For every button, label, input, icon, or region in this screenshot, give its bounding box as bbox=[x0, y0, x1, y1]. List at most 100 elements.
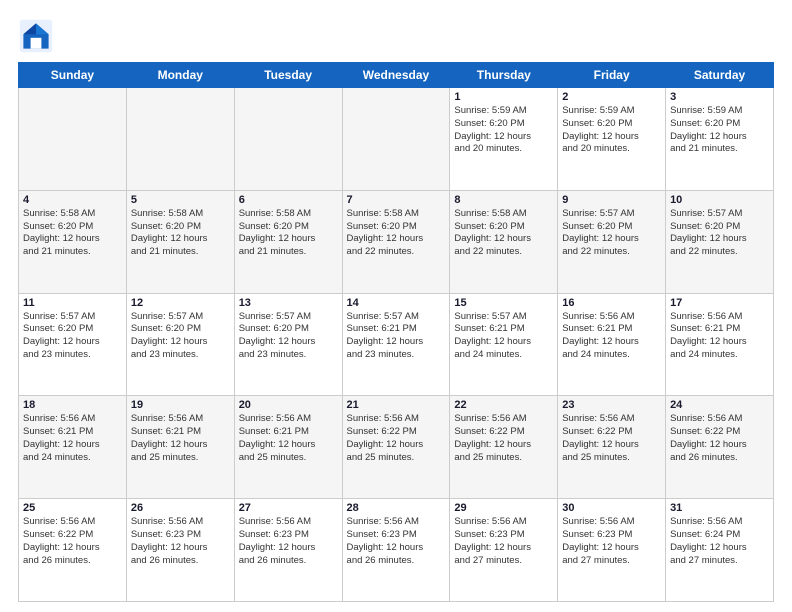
day-info: Sunrise: 5:56 AM Sunset: 6:22 PM Dayligh… bbox=[670, 413, 769, 464]
day-info: Sunrise: 5:56 AM Sunset: 6:23 PM Dayligh… bbox=[562, 516, 661, 567]
calendar-cell bbox=[234, 88, 342, 191]
calendar-cell: 1 Sunrise: 5:59 AM Sunset: 6:20 PM Daylig… bbox=[450, 88, 558, 191]
calendar-cell: 15 Sunrise: 5:57 AM Sunset: 6:21 PM Dayli… bbox=[450, 293, 558, 396]
calendar-cell: 2 Sunrise: 5:59 AM Sunset: 6:20 PM Daylig… bbox=[558, 88, 666, 191]
day-info: Sunrise: 5:56 AM Sunset: 6:21 PM Dayligh… bbox=[239, 413, 338, 464]
day-info: Sunrise: 5:56 AM Sunset: 6:24 PM Dayligh… bbox=[670, 516, 769, 567]
day-number: 7 bbox=[347, 194, 446, 206]
calendar-cell: 12 Sunrise: 5:57 AM Sunset: 6:20 PM Dayli… bbox=[126, 293, 234, 396]
day-info: Sunrise: 5:56 AM Sunset: 6:21 PM Dayligh… bbox=[23, 413, 122, 464]
day-header-friday: Friday bbox=[558, 63, 666, 88]
day-number: 25 bbox=[23, 502, 122, 514]
calendar-cell: 9 Sunrise: 5:57 AM Sunset: 6:20 PM Daylig… bbox=[558, 190, 666, 293]
day-number: 5 bbox=[131, 194, 230, 206]
day-header-monday: Monday bbox=[126, 63, 234, 88]
day-number: 30 bbox=[562, 502, 661, 514]
day-number: 14 bbox=[347, 297, 446, 309]
calendar-cell: 22 Sunrise: 5:56 AM Sunset: 6:22 PM Dayli… bbox=[450, 396, 558, 499]
day-info: Sunrise: 5:56 AM Sunset: 6:21 PM Dayligh… bbox=[131, 413, 230, 464]
day-number: 6 bbox=[239, 194, 338, 206]
day-number: 18 bbox=[23, 399, 122, 411]
day-info: Sunrise: 5:57 AM Sunset: 6:20 PM Dayligh… bbox=[23, 311, 122, 362]
day-info: Sunrise: 5:56 AM Sunset: 6:21 PM Dayligh… bbox=[562, 311, 661, 362]
day-info: Sunrise: 5:57 AM Sunset: 6:20 PM Dayligh… bbox=[670, 208, 769, 259]
calendar-cell: 8 Sunrise: 5:58 AM Sunset: 6:20 PM Daylig… bbox=[450, 190, 558, 293]
day-number: 28 bbox=[347, 502, 446, 514]
day-info: Sunrise: 5:59 AM Sunset: 6:20 PM Dayligh… bbox=[454, 105, 553, 156]
calendar-cell: 21 Sunrise: 5:56 AM Sunset: 6:22 PM Dayli… bbox=[342, 396, 450, 499]
calendar-cell: 7 Sunrise: 5:58 AM Sunset: 6:20 PM Daylig… bbox=[342, 190, 450, 293]
day-info: Sunrise: 5:57 AM Sunset: 6:20 PM Dayligh… bbox=[131, 311, 230, 362]
calendar-cell bbox=[342, 88, 450, 191]
day-header-wednesday: Wednesday bbox=[342, 63, 450, 88]
calendar-cell: 24 Sunrise: 5:56 AM Sunset: 6:22 PM Dayli… bbox=[666, 396, 774, 499]
day-number: 21 bbox=[347, 399, 446, 411]
day-info: Sunrise: 5:57 AM Sunset: 6:20 PM Dayligh… bbox=[562, 208, 661, 259]
calendar-cell: 18 Sunrise: 5:56 AM Sunset: 6:21 PM Dayli… bbox=[19, 396, 127, 499]
day-number: 27 bbox=[239, 502, 338, 514]
day-number: 31 bbox=[670, 502, 769, 514]
calendar-cell: 3 Sunrise: 5:59 AM Sunset: 6:20 PM Daylig… bbox=[666, 88, 774, 191]
day-number: 22 bbox=[454, 399, 553, 411]
calendar-cell: 11 Sunrise: 5:57 AM Sunset: 6:20 PM Dayli… bbox=[19, 293, 127, 396]
logo bbox=[18, 18, 58, 54]
day-info: Sunrise: 5:56 AM Sunset: 6:23 PM Dayligh… bbox=[454, 516, 553, 567]
day-info: Sunrise: 5:58 AM Sunset: 6:20 PM Dayligh… bbox=[131, 208, 230, 259]
day-info: Sunrise: 5:57 AM Sunset: 6:20 PM Dayligh… bbox=[239, 311, 338, 362]
day-number: 12 bbox=[131, 297, 230, 309]
day-number: 16 bbox=[562, 297, 661, 309]
days-header-row: SundayMondayTuesdayWednesdayThursdayFrid… bbox=[19, 63, 774, 88]
day-header-thursday: Thursday bbox=[450, 63, 558, 88]
day-number: 23 bbox=[562, 399, 661, 411]
day-number: 13 bbox=[239, 297, 338, 309]
calendar-cell bbox=[19, 88, 127, 191]
calendar-cell: 16 Sunrise: 5:56 AM Sunset: 6:21 PM Dayli… bbox=[558, 293, 666, 396]
calendar-cell: 4Sunrise: 5:58 AM Sunset: 6:20 PM Daylig… bbox=[19, 190, 127, 293]
day-info: Sunrise: 5:56 AM Sunset: 6:23 PM Dayligh… bbox=[239, 516, 338, 567]
calendar-cell: 25Sunrise: 5:56 AM Sunset: 6:22 PM Dayli… bbox=[19, 499, 127, 602]
day-number: 24 bbox=[670, 399, 769, 411]
calendar-cell: 23 Sunrise: 5:56 AM Sunset: 6:22 PM Dayli… bbox=[558, 396, 666, 499]
day-info: Sunrise: 5:56 AM Sunset: 6:22 PM Dayligh… bbox=[454, 413, 553, 464]
day-number: 1 bbox=[454, 91, 553, 103]
day-info: Sunrise: 5:57 AM Sunset: 6:21 PM Dayligh… bbox=[454, 311, 553, 362]
calendar-cell: 5 Sunrise: 5:58 AM Sunset: 6:20 PM Daylig… bbox=[126, 190, 234, 293]
day-info: Sunrise: 5:58 AM Sunset: 6:20 PM Dayligh… bbox=[454, 208, 553, 259]
day-number: 20 bbox=[239, 399, 338, 411]
header bbox=[18, 18, 774, 54]
day-header-saturday: Saturday bbox=[666, 63, 774, 88]
day-number: 15 bbox=[454, 297, 553, 309]
day-number: 4 bbox=[23, 194, 122, 206]
calendar-cell: 30 Sunrise: 5:56 AM Sunset: 6:23 PM Dayli… bbox=[558, 499, 666, 602]
day-number: 11 bbox=[23, 297, 122, 309]
day-info: Sunrise: 5:56 AM Sunset: 6:22 PM Dayligh… bbox=[562, 413, 661, 464]
day-info: Sunrise: 5:56 AM Sunset: 6:23 PM Dayligh… bbox=[347, 516, 446, 567]
calendar-cell bbox=[126, 88, 234, 191]
page: SundayMondayTuesdayWednesdayThursdayFrid… bbox=[0, 0, 792, 612]
calendar-cell: 20 Sunrise: 5:56 AM Sunset: 6:21 PM Dayli… bbox=[234, 396, 342, 499]
day-number: 8 bbox=[454, 194, 553, 206]
calendar-cell: 14 Sunrise: 5:57 AM Sunset: 6:21 PM Dayli… bbox=[342, 293, 450, 396]
day-number: 2 bbox=[562, 91, 661, 103]
calendar-cell: 26Sunrise: 5:56 AM Sunset: 6:23 PM Dayli… bbox=[126, 499, 234, 602]
calendar-cell: 17Sunrise: 5:56 AM Sunset: 6:21 PM Dayli… bbox=[666, 293, 774, 396]
calendar-cell: 19Sunrise: 5:56 AM Sunset: 6:21 PM Dayli… bbox=[126, 396, 234, 499]
day-info: Sunrise: 5:57 AM Sunset: 6:21 PM Dayligh… bbox=[347, 311, 446, 362]
calendar-cell: 27 Sunrise: 5:56 AM Sunset: 6:23 PM Dayli… bbox=[234, 499, 342, 602]
calendar-cell: 6 Sunrise: 5:58 AM Sunset: 6:20 PM Daylig… bbox=[234, 190, 342, 293]
day-info: Sunrise: 5:58 AM Sunset: 6:20 PM Dayligh… bbox=[239, 208, 338, 259]
day-info: Sunrise: 5:58 AM Sunset: 6:20 PM Dayligh… bbox=[347, 208, 446, 259]
day-info: Sunrise: 5:59 AM Sunset: 6:20 PM Dayligh… bbox=[562, 105, 661, 156]
calendar-table: SundayMondayTuesdayWednesdayThursdayFrid… bbox=[18, 62, 774, 602]
day-number: 3 bbox=[670, 91, 769, 103]
day-info: Sunrise: 5:59 AM Sunset: 6:20 PM Dayligh… bbox=[670, 105, 769, 156]
calendar-cell: 31 Sunrise: 5:56 AM Sunset: 6:24 PM Dayli… bbox=[666, 499, 774, 602]
day-number: 10 bbox=[670, 194, 769, 206]
day-info: Sunrise: 5:56 AM Sunset: 6:22 PM Dayligh… bbox=[347, 413, 446, 464]
calendar-cell: 13 Sunrise: 5:57 AM Sunset: 6:20 PM Dayli… bbox=[234, 293, 342, 396]
day-number: 26 bbox=[131, 502, 230, 514]
logo-icon bbox=[18, 18, 54, 54]
day-number: 29 bbox=[454, 502, 553, 514]
day-number: 9 bbox=[562, 194, 661, 206]
day-number: 17 bbox=[670, 297, 769, 309]
